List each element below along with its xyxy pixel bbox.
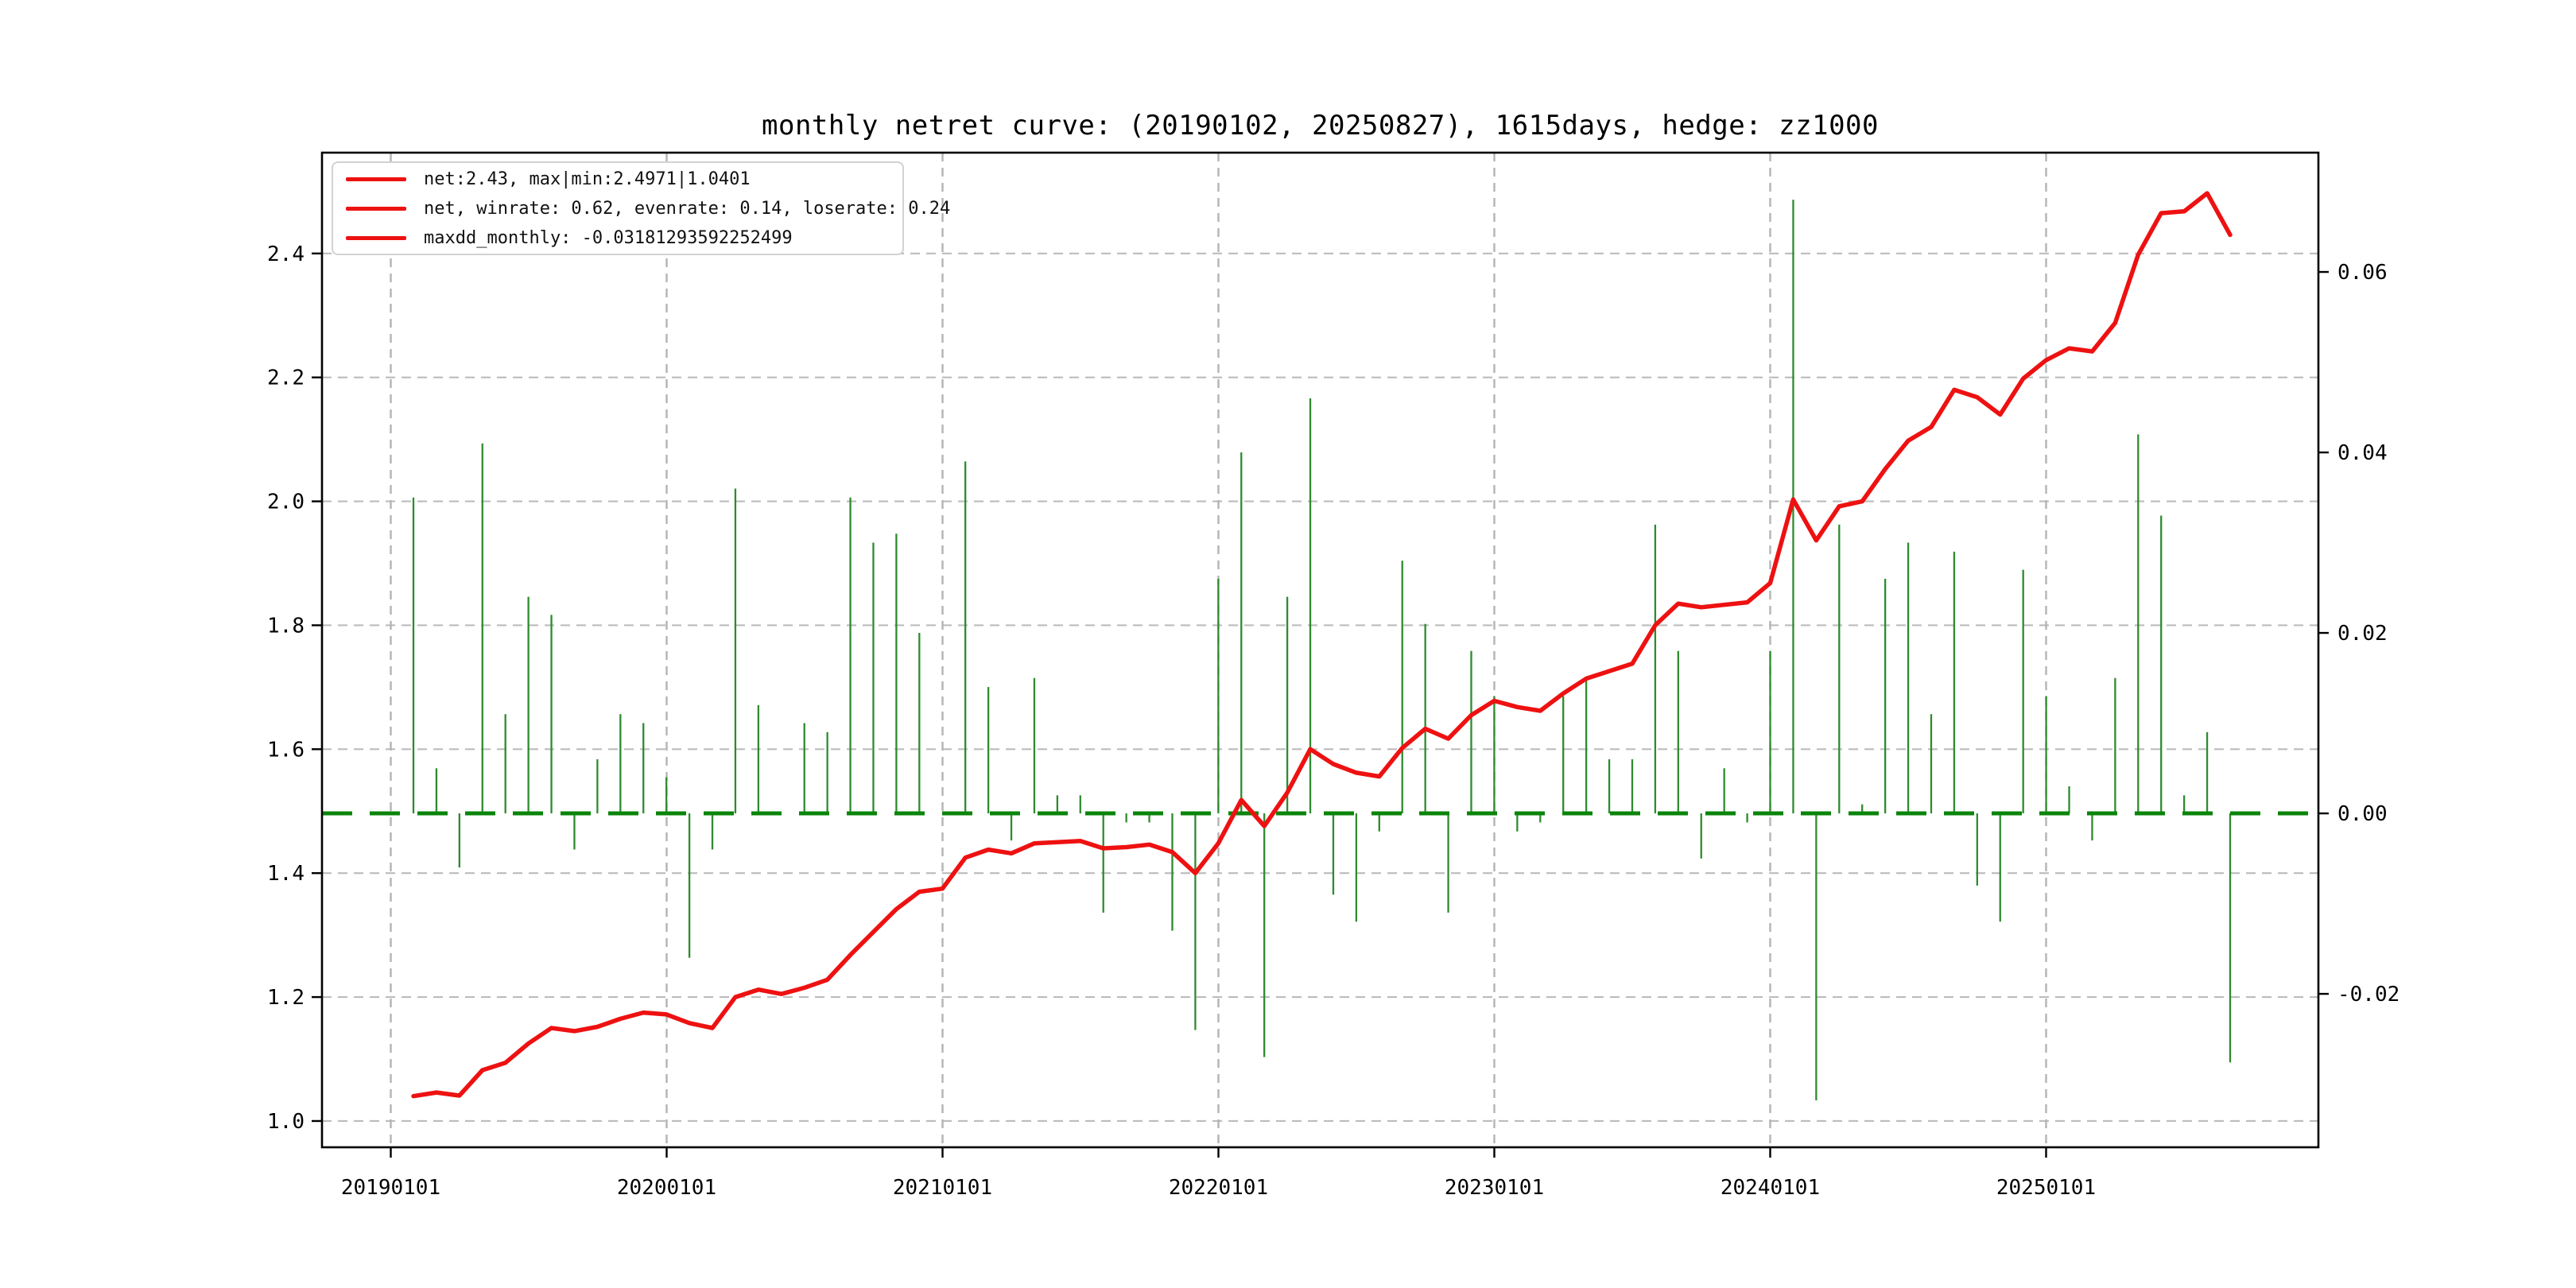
legend-label: maxdd_monthly: -0.03181293592252499 <box>424 227 793 248</box>
x-axis-tick-label: 20190101 <box>341 1176 440 1200</box>
left-axis-tick-label: 1.2 <box>267 986 305 1010</box>
right-axis-tick-label: 0.06 <box>2337 261 2388 285</box>
left-axis-tick-label: 2.2 <box>267 367 305 390</box>
x-axis-tick-label: 20250101 <box>1996 1176 2096 1200</box>
x-axis-tick-label: 20230101 <box>1445 1176 1544 1200</box>
x-axis-tick-label: 20240101 <box>1721 1176 1820 1200</box>
right-tick-labels: -0.02 0.00 0.02 0.04 0.06 <box>2318 261 2399 1007</box>
red-line-swatch-icon <box>346 235 406 240</box>
right-axis-tick-label: -0.02 <box>2337 983 2399 1007</box>
legend-box: net:2.43, max|min:2.4971|1.0401 net, win… <box>332 161 950 255</box>
legend-item-net: net:2.43, max|min:2.4971|1.0401 <box>333 165 902 192</box>
left-axis-tick-label: 1.6 <box>267 738 305 762</box>
net-line <box>411 191 2233 1099</box>
return-bars <box>412 200 2232 1100</box>
axis-frame <box>320 151 2320 1149</box>
x-axis-tick-label: 20210101 <box>893 1176 992 1200</box>
legend-label: net, winrate: 0.62, evenrate: 0.14, lose… <box>424 198 951 219</box>
x-tick-labels: 20190101 20200101 20210101 20220101 20230101… <box>341 1147 2096 1200</box>
left-axis-tick-label: 2.4 <box>267 242 305 266</box>
legend-item-winrate: net, winrate: 0.62, evenrate: 0.14, lose… <box>333 195 950 222</box>
left-axis-tick-label: 2.0 <box>267 491 305 514</box>
chart-title: monthly netret curve: (20190102, 2025082… <box>762 110 1879 142</box>
figure: 1.0 1.2 1.4 1.6 1.8 2.0 2.2 2.4 -0.02 0.00 0.02 0.0… <box>0 0 2576 1288</box>
legend-label: net:2.43, max|min:2.4971|1.0401 <box>424 169 751 189</box>
x-axis-tick-label: 20220101 <box>1169 1176 1268 1200</box>
left-axis-tick-label: 1.4 <box>267 862 305 886</box>
red-line-swatch-icon <box>346 206 406 211</box>
left-axis-tick-label: 1.8 <box>267 614 305 638</box>
left-tick-labels: 1.0 1.2 1.4 1.6 1.8 2.0 2.2 2.4 <box>267 242 322 1134</box>
legend-item-maxdd: maxdd_monthly: -0.03181293592252499 <box>333 224 902 251</box>
left-axis-tick-label: 1.0 <box>267 1110 305 1134</box>
x-axis-tick-label: 20200101 <box>617 1176 716 1200</box>
right-axis-tick-label: 0.04 <box>2337 441 2388 465</box>
right-axis-tick-label: 0.02 <box>2337 622 2388 646</box>
red-line-swatch-icon <box>346 177 406 181</box>
right-axis-tick-label: 0.00 <box>2337 802 2388 826</box>
